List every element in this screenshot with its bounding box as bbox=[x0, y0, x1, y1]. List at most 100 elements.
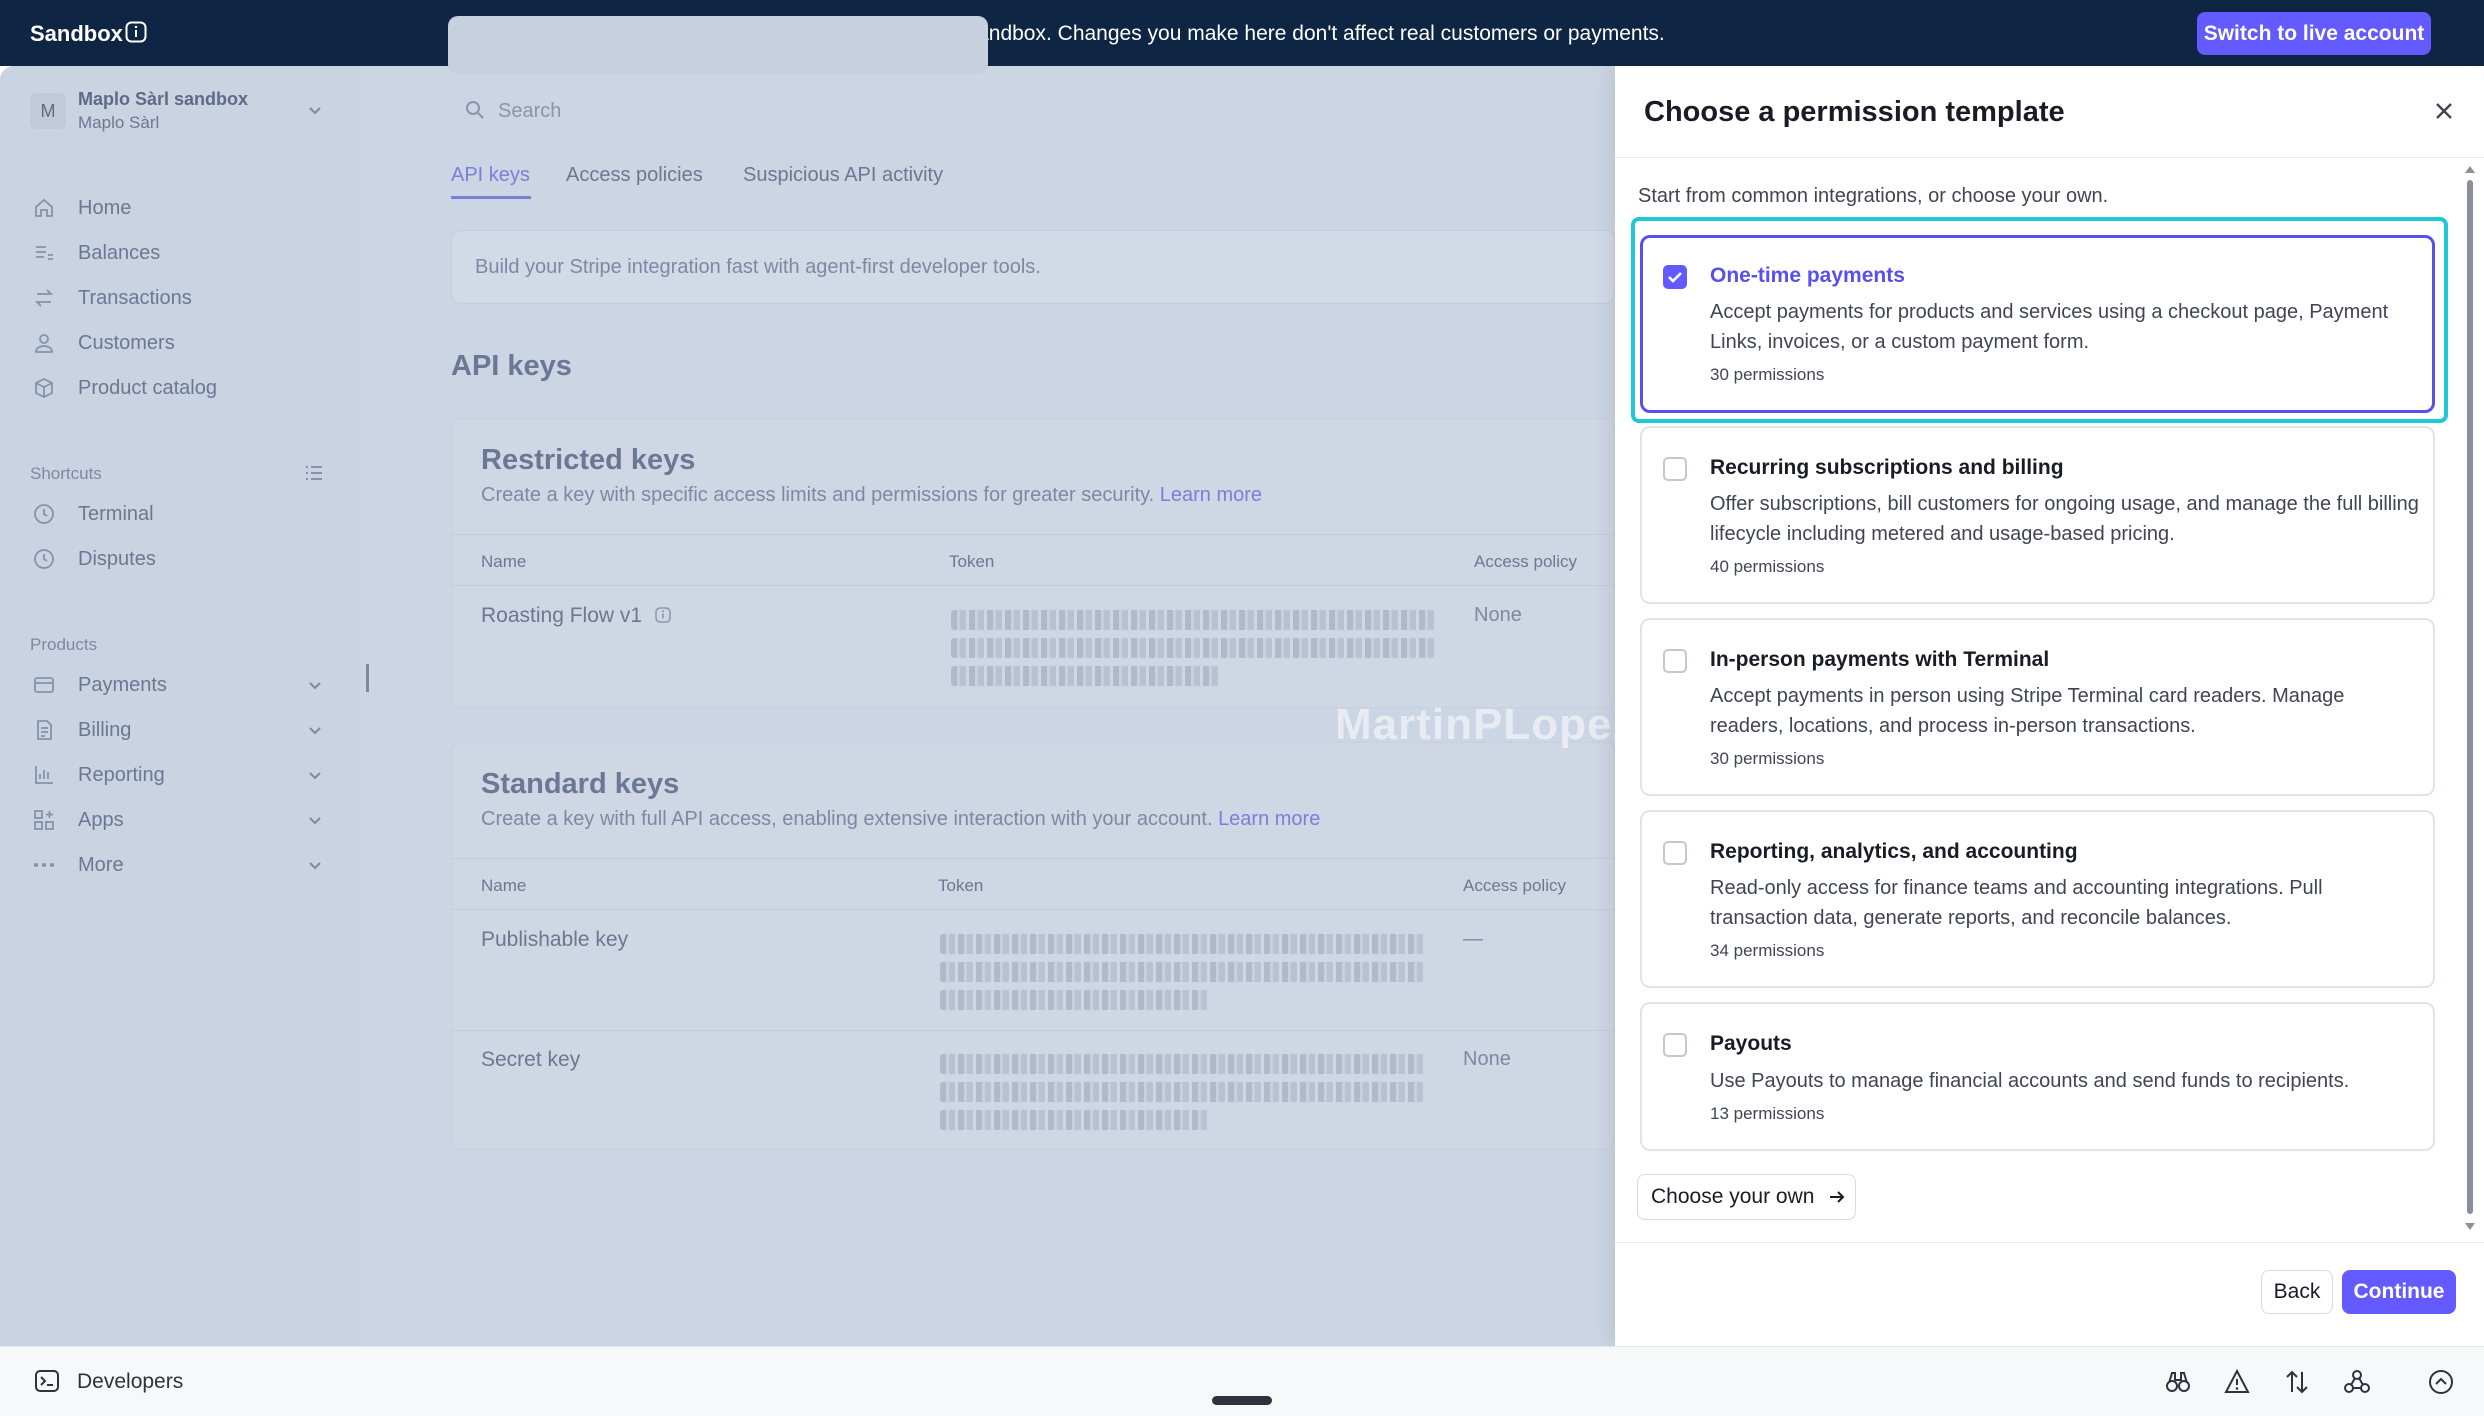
tab-suspicious-api-activity[interactable]: Suspicious API activity bbox=[743, 164, 943, 187]
edit-list-icon[interactable] bbox=[303, 462, 325, 484]
sidebar-item-label: More bbox=[78, 853, 124, 876]
switch-to-live-button[interactable]: Switch to live account bbox=[2197, 12, 2431, 55]
divider bbox=[451, 858, 1615, 859]
sidebar-item-home[interactable]: Home bbox=[32, 192, 131, 224]
sort-arrows-icon[interactable] bbox=[2283, 1368, 2311, 1396]
sidebar-item-product-catalog[interactable]: Product catalog bbox=[32, 372, 217, 404]
checkbox[interactable] bbox=[1663, 841, 1687, 865]
webhooks-icon[interactable] bbox=[2343, 1368, 2371, 1396]
sandbox-message: You're testing in a sandbox. Changes you… bbox=[795, 22, 1665, 45]
terminal-icon[interactable] bbox=[34, 1368, 60, 1394]
restricted-keys-desc: Create a key with specific access limits… bbox=[481, 484, 1262, 507]
search-input[interactable] bbox=[448, 16, 988, 74]
sidebar-item-billing[interactable]: Billing bbox=[32, 714, 131, 746]
sidebar-item-disputes[interactable]: Disputes bbox=[32, 543, 156, 575]
sidebar-item-more[interactable]: More bbox=[32, 849, 124, 881]
checkmark-icon bbox=[1668, 272, 1682, 283]
token-blurred bbox=[940, 990, 1210, 1010]
customers-icon bbox=[35, 334, 53, 353]
continue-button[interactable]: Continue bbox=[2342, 1270, 2456, 1314]
checkbox[interactable] bbox=[1663, 1033, 1687, 1057]
divider bbox=[451, 534, 1615, 535]
tab-api-keys[interactable]: API keys bbox=[451, 164, 530, 187]
info-icon[interactable] bbox=[654, 606, 672, 624]
key-name[interactable]: Publishable key bbox=[481, 928, 628, 952]
account-name: Maplo Sàrl sandbox bbox=[78, 89, 249, 109]
clock-icon bbox=[34, 504, 54, 524]
access-policy-value: None bbox=[1463, 1048, 1511, 1070]
checkbox-checked[interactable] bbox=[1663, 265, 1687, 289]
key-name[interactable]: Roasting Flow v1 bbox=[481, 604, 642, 628]
learn-more-link[interactable]: Learn more bbox=[1160, 484, 1262, 506]
watermark: MartinPLopez bbox=[1335, 700, 1636, 749]
scroll-down-icon[interactable] bbox=[2464, 1222, 2476, 1232]
apps-icon bbox=[34, 810, 54, 830]
column-header-token: Token bbox=[949, 552, 995, 571]
restricted-desc-text: Create a key with specific access limits… bbox=[481, 484, 1155, 506]
sidebar-item-reporting[interactable]: Reporting bbox=[32, 759, 165, 791]
token-blurred bbox=[940, 934, 1425, 954]
back-button[interactable]: Back bbox=[2261, 1270, 2333, 1314]
column-header-token: Token bbox=[938, 876, 984, 895]
sidebar-item-terminal[interactable]: Terminal bbox=[32, 498, 154, 530]
standard-desc-text: Create a key with full API access, enabl… bbox=[481, 808, 1213, 830]
column-header-name: Name bbox=[481, 876, 527, 895]
chevron-down-icon[interactable] bbox=[305, 766, 325, 786]
chevron-down-icon[interactable] bbox=[305, 721, 325, 741]
transactions-icon bbox=[34, 289, 54, 307]
sidebar-item-apps[interactable]: Apps bbox=[32, 804, 124, 836]
chevron-down-icon[interactable] bbox=[305, 676, 325, 696]
option-description: Offer subscriptions, bill customers for … bbox=[1710, 493, 2419, 545]
option-description: Read-only access for finance teams and a… bbox=[1710, 877, 2323, 929]
search-icon bbox=[466, 101, 484, 119]
token-blurred bbox=[940, 962, 1425, 982]
chevron-down-icon[interactable] bbox=[305, 856, 325, 876]
sidebar-item-transactions[interactable]: Transactions bbox=[32, 282, 192, 314]
sidebar-resize-handle[interactable] bbox=[366, 664, 369, 692]
binoculars-icon[interactable] bbox=[2164, 1368, 2192, 1396]
scroll-up-icon[interactable] bbox=[2464, 164, 2476, 174]
standard-keys-title: Standard keys bbox=[481, 768, 680, 800]
drag-handle[interactable] bbox=[1212, 1396, 1272, 1405]
sidebar-item-label: Disputes bbox=[78, 547, 156, 570]
key-name[interactable]: Secret key bbox=[481, 1048, 580, 1072]
token-blurred bbox=[951, 666, 1221, 686]
restricted-keys-title: Restricted keys bbox=[481, 444, 696, 476]
token-blurred bbox=[951, 638, 1436, 658]
divider bbox=[451, 909, 1615, 910]
checkbox[interactable] bbox=[1663, 649, 1687, 673]
sidebar-item-balances[interactable]: Balances bbox=[32, 237, 160, 269]
option-title: One-time payments bbox=[1710, 264, 1905, 287]
option-title: In-person payments with Terminal bbox=[1710, 648, 2050, 671]
tab-access-policies[interactable]: Access policies bbox=[566, 164, 703, 187]
developers-bar bbox=[0, 1346, 2484, 1416]
choose-your-own-button[interactable]: Choose your own bbox=[1637, 1174, 1856, 1220]
chevron-down-icon[interactable] bbox=[305, 101, 325, 121]
chevron-down-icon[interactable] bbox=[305, 811, 325, 831]
option-permission-count: 34 permissions bbox=[1710, 941, 1825, 960]
chevron-up-circle-icon[interactable] bbox=[2427, 1368, 2455, 1396]
notice-text: Build your Stripe integration fast with … bbox=[475, 256, 1041, 278]
token-blurred bbox=[940, 1054, 1425, 1074]
sandbox-banner: Sandbox You're testing in a sandbox. Cha… bbox=[0, 0, 2484, 66]
option-permission-count: 13 permissions bbox=[1710, 1104, 1825, 1123]
checkbox[interactable] bbox=[1663, 457, 1687, 481]
drawer-title: Choose a permission template bbox=[1644, 96, 2065, 128]
column-header-name: Name bbox=[481, 552, 527, 571]
developers-label[interactable]: Developers bbox=[77, 1370, 183, 1394]
option-title: Recurring subscriptions and billing bbox=[1710, 456, 2064, 479]
sidebar-item-label: Product catalog bbox=[78, 376, 217, 399]
warning-icon[interactable] bbox=[2223, 1368, 2251, 1396]
close-icon[interactable] bbox=[2432, 99, 2456, 123]
learn-more-link[interactable]: Learn more bbox=[1218, 808, 1320, 830]
token-blurred bbox=[940, 1110, 1210, 1130]
divider bbox=[451, 1030, 1615, 1031]
active-tab-indicator bbox=[451, 196, 531, 199]
sidebar-item-label: Payments bbox=[78, 673, 167, 696]
access-policy-value: None bbox=[1474, 604, 1522, 626]
option-description: Use Payouts to manage financial accounts… bbox=[1710, 1070, 2350, 1092]
payments-icon bbox=[34, 677, 54, 693]
sidebar-item-payments[interactable]: Payments bbox=[32, 669, 167, 701]
scrollbar-thumb[interactable] bbox=[2467, 180, 2473, 1214]
sidebar-item-customers[interactable]: Customers bbox=[32, 327, 175, 359]
